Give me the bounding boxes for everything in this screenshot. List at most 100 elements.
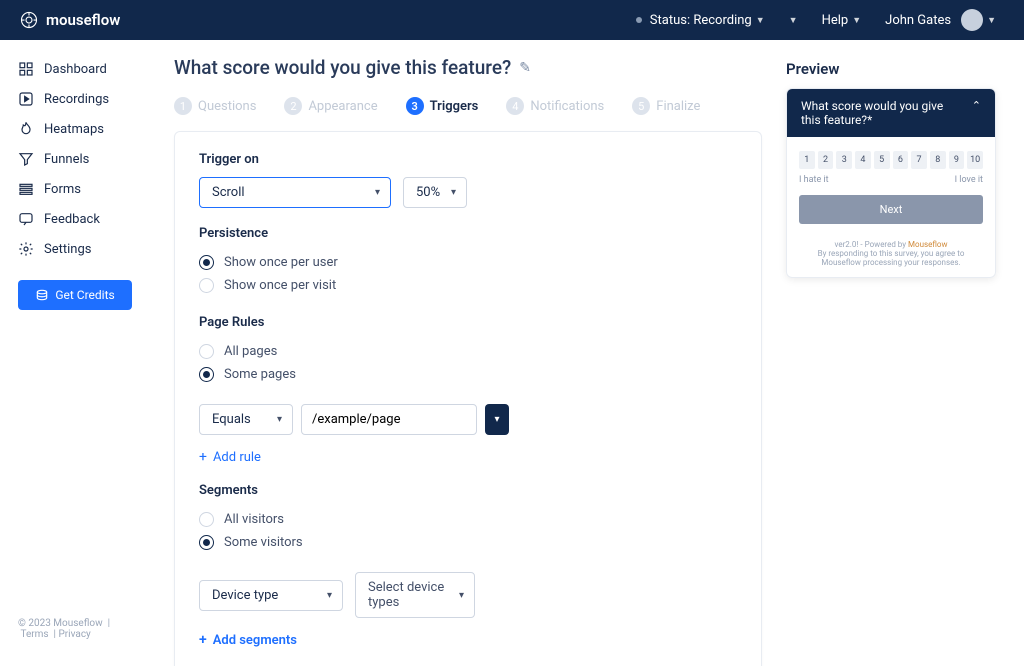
- page-rule-url-input[interactable]: [301, 404, 477, 435]
- radio-icon: [199, 344, 214, 359]
- dashboard-icon: [18, 61, 34, 77]
- radio-label: All pages: [224, 344, 277, 359]
- score-4[interactable]: 4: [855, 151, 871, 169]
- sidebar-item-dashboard[interactable]: Dashboard: [0, 54, 150, 84]
- project-dropdown[interactable]: ▼: [781, 15, 806, 26]
- logo[interactable]: mouseflow: [20, 11, 120, 29]
- edit-icon[interactable]: ✎: [519, 60, 531, 76]
- sidebar-item-label: Recordings: [44, 92, 109, 107]
- chevron-down-icon: ▾: [327, 590, 332, 601]
- sidebar-item-funnels[interactable]: Funnels: [0, 144, 150, 174]
- page-rule-match-select[interactable]: Equals ▾: [199, 404, 293, 435]
- page-rules-some-pages[interactable]: Some pages: [199, 363, 737, 386]
- score-3[interactable]: 3: [836, 151, 852, 169]
- radio-label: All visitors: [224, 512, 284, 527]
- plus-icon: +: [199, 449, 207, 465]
- topbar: mouseflow Status: Recording ▼ ▼ Help ▼ J…: [0, 0, 1024, 40]
- get-credits-button[interactable]: Get Credits: [18, 280, 132, 310]
- step-label: Triggers: [430, 99, 479, 114]
- step-num: 5: [632, 97, 650, 115]
- radio-label: Some pages: [224, 367, 296, 382]
- segment-field-value: Device type: [212, 588, 278, 603]
- preview-question: What score would you give this feature?*: [801, 99, 951, 127]
- chevron-down-icon: ▾: [451, 187, 456, 198]
- sidebar-item-label: Dashboard: [44, 62, 107, 77]
- user-name: John Gates: [885, 13, 951, 28]
- score-left-label: I hate it: [799, 175, 829, 185]
- sidebar-item-label: Heatmaps: [44, 122, 104, 137]
- page-rules-all-pages[interactable]: All pages: [199, 340, 737, 363]
- help-dropdown[interactable]: Help ▼: [814, 13, 870, 28]
- segment-value-select[interactable]: Select device types ▾: [355, 572, 475, 618]
- persistence-label: Persistence: [199, 226, 737, 241]
- preview-footer-brand[interactable]: Mouseflow: [908, 240, 947, 249]
- preview-title: Preview: [786, 60, 996, 78]
- score-9[interactable]: 9: [949, 151, 965, 169]
- chevron-down-icon: ▾: [375, 187, 380, 198]
- step-questions[interactable]: 1Questions: [174, 97, 256, 115]
- chat-icon: [18, 211, 34, 227]
- user-menu[interactable]: John Gates ▼: [877, 9, 1004, 31]
- preview-widget: What score would you give this feature?*…: [786, 88, 996, 278]
- step-triggers[interactable]: 3Triggers: [406, 97, 479, 115]
- radio-label: Show once per user: [224, 255, 338, 270]
- avatar: [961, 9, 983, 31]
- radio-icon: [199, 512, 214, 527]
- radio-icon: [199, 255, 214, 270]
- trigger-on-select[interactable]: Scroll ▾: [199, 177, 391, 208]
- page-title-text: What score would you give this feature?: [174, 56, 511, 79]
- step-label: Notifications: [530, 99, 604, 114]
- preview-footer-disclaimer: By responding to this survey, you agree …: [797, 249, 985, 267]
- plus-icon: +: [199, 632, 207, 648]
- step-notifications[interactable]: 4Notifications: [506, 97, 604, 115]
- add-segments-link[interactable]: +Add segments: [199, 632, 737, 648]
- segments-some-visitors[interactable]: Some visitors: [199, 531, 737, 554]
- score-1[interactable]: 1: [799, 151, 815, 169]
- footer-copyright: © 2023 Mouseflow: [18, 618, 103, 629]
- persistence-once-per-user[interactable]: Show once per user: [199, 251, 737, 274]
- score-6[interactable]: 6: [893, 151, 909, 169]
- score-8[interactable]: 8: [930, 151, 946, 169]
- sidebar-item-heatmaps[interactable]: Heatmaps: [0, 114, 150, 144]
- radio-label: Show once per visit: [224, 278, 336, 293]
- sidebar-footer: © 2023 Mouseflow | Terms | Privacy: [0, 618, 150, 652]
- sidebar-item-settings[interactable]: Settings: [0, 234, 150, 264]
- score-10[interactable]: 10: [967, 151, 983, 169]
- radio-icon: [199, 278, 214, 293]
- persistence-once-per-visit[interactable]: Show once per visit: [199, 274, 737, 297]
- segments-all-visitors[interactable]: All visitors: [199, 508, 737, 531]
- segment-field-select[interactable]: Device type ▾: [199, 580, 343, 611]
- chevron-up-icon[interactable]: ⌃: [972, 99, 981, 112]
- forms-icon: [18, 181, 34, 197]
- preview-next-button[interactable]: Next: [799, 195, 983, 224]
- footer-terms-link[interactable]: Terms: [20, 629, 48, 640]
- step-appearance[interactable]: 2Appearance: [284, 97, 377, 115]
- trigger-on-value: Scroll: [212, 185, 245, 200]
- radio-label: Some visitors: [224, 535, 303, 550]
- status-dropdown[interactable]: Status: Recording ▼: [628, 13, 773, 28]
- chevron-down-icon: ▼: [987, 15, 996, 26]
- sidebar-item-feedback[interactable]: Feedback: [0, 204, 150, 234]
- chevron-down-icon: ▾: [277, 414, 282, 425]
- sidebar-item-label: Settings: [44, 242, 91, 257]
- score-2[interactable]: 2: [818, 151, 834, 169]
- radio-icon: [199, 367, 214, 382]
- chevron-down-icon: ▾: [494, 414, 499, 425]
- score-row: 1 2 3 4 5 6 7 8 9 10: [799, 151, 983, 169]
- score-7[interactable]: 7: [911, 151, 927, 169]
- add-rule-link[interactable]: + Add rule: [199, 449, 737, 465]
- segments-label: Segments: [199, 483, 737, 498]
- trigger-pct-value: 50%: [416, 185, 440, 200]
- chevron-down-icon: ▼: [789, 15, 798, 26]
- page-rule-more-button[interactable]: ▾: [485, 404, 509, 435]
- sidebar-item-recordings[interactable]: Recordings: [0, 84, 150, 114]
- trigger-pct-select[interactable]: 50% ▾: [403, 177, 467, 208]
- steps-nav: 1Questions 2Appearance 3Triggers 4Notifi…: [174, 97, 762, 115]
- sidebar-item-label: Funnels: [44, 152, 89, 167]
- sidebar-item-forms[interactable]: Forms: [0, 174, 150, 204]
- footer-privacy-link[interactable]: Privacy: [58, 629, 90, 640]
- step-finalize[interactable]: 5Finalize: [632, 97, 700, 115]
- brand-name: mouseflow: [46, 11, 120, 29]
- add-rule-label: Add rule: [213, 450, 261, 465]
- score-5[interactable]: 5: [874, 151, 890, 169]
